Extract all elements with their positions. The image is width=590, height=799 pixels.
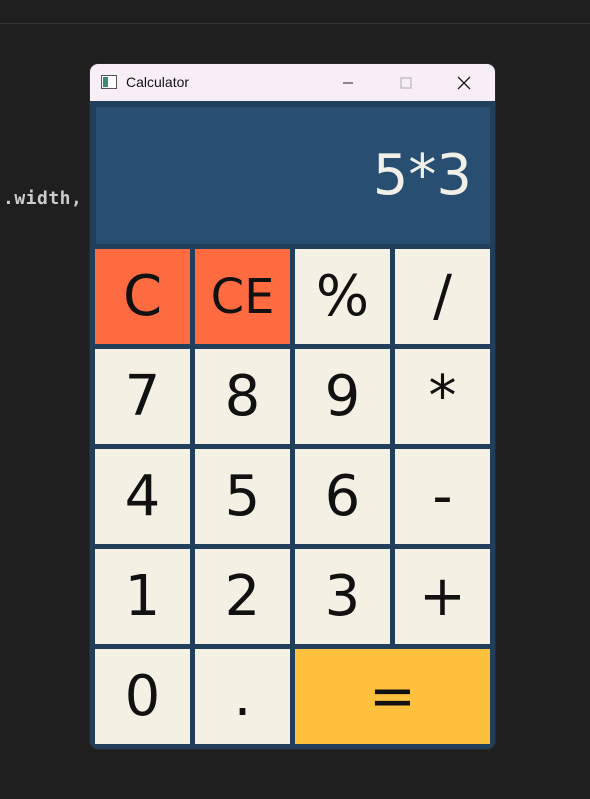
minimize-button[interactable]	[319, 64, 377, 101]
digit-6-button[interactable]: 6	[295, 449, 390, 544]
digit-1-button[interactable]: 1	[95, 549, 190, 644]
equals-button[interactable]: =	[295, 649, 490, 744]
title-bar[interactable]: Calculator	[90, 64, 495, 101]
calculator-window: Calculator 5*3 C CE % / 7 8 9 * 4 5 6 - …	[90, 64, 495, 749]
digit-5-button[interactable]: 5	[195, 449, 290, 544]
divide-button[interactable]: /	[395, 249, 490, 344]
calculator-display: 5*3	[96, 107, 490, 244]
minimize-icon	[343, 82, 353, 83]
digit-7-button[interactable]: 7	[95, 349, 190, 444]
decimal-button[interactable]: .	[195, 649, 290, 744]
close-icon	[457, 76, 471, 89]
digit-3-button[interactable]: 3	[295, 549, 390, 644]
percent-button[interactable]: %	[295, 249, 390, 344]
background-code-text: .width,	[3, 188, 83, 209]
digit-4-button[interactable]: 4	[95, 449, 190, 544]
digit-8-button[interactable]: 8	[195, 349, 290, 444]
maximize-icon	[400, 77, 412, 88]
clear-button[interactable]: C	[95, 249, 190, 344]
app-icon	[101, 75, 117, 89]
multiply-button[interactable]: *	[395, 349, 490, 444]
editor-tab-bar	[0, 0, 590, 24]
digit-9-button[interactable]: 9	[295, 349, 390, 444]
maximize-button[interactable]	[377, 64, 435, 101]
close-button[interactable]	[435, 64, 493, 101]
digit-0-button[interactable]: 0	[95, 649, 190, 744]
window-title: Calculator	[126, 74, 190, 90]
clear-entry-button[interactable]: CE	[195, 249, 290, 344]
digit-2-button[interactable]: 2	[195, 549, 290, 644]
subtract-button[interactable]: -	[395, 449, 490, 544]
add-button[interactable]: +	[395, 549, 490, 644]
